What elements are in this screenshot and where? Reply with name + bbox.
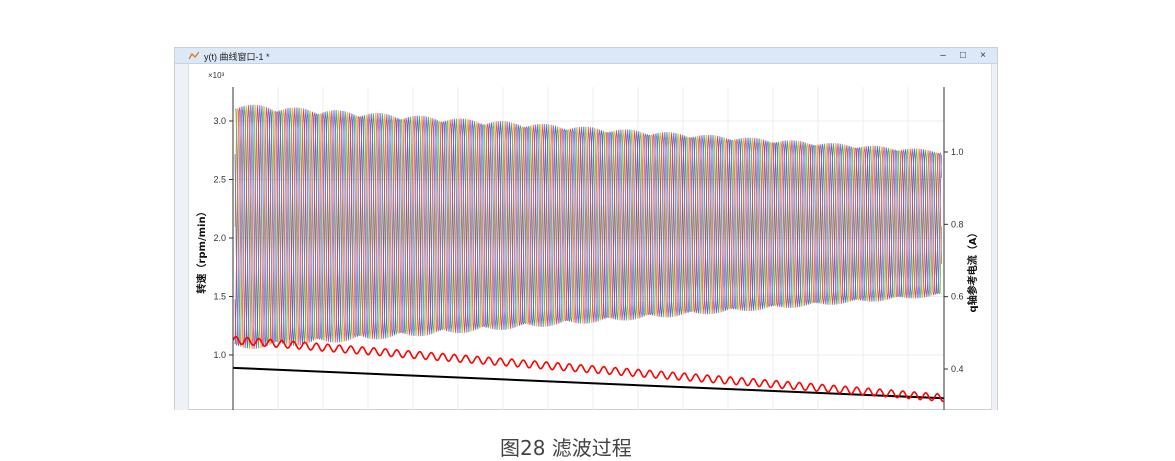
left-tick-label: 1.5 — [213, 292, 226, 302]
left-tick-label: 1.0 — [213, 350, 226, 360]
reference-current-trace — [232, 336, 944, 403]
figure-caption: 图28 滤波过程 — [500, 436, 632, 460]
left-axis-label: 转速（rpm/min） — [195, 206, 208, 293]
right-axis-label: q轴参考电流（A） — [966, 228, 979, 313]
right-tick-label: 0.4 — [951, 364, 964, 374]
left-tick-label: 2.0 — [213, 233, 226, 243]
plot-traces — [232, 104, 945, 403]
left-tick-label: 3.0 — [213, 116, 226, 126]
speed-current-chart: 1.0 1.5 2.0 2.5 3.0 0.4 0.6 0.8 1.0 ×10³ 转速（rpm/… — [195, 71, 979, 410]
right-tick-label: 0.8 — [951, 219, 964, 229]
right-tick-label: 0.6 — [951, 292, 964, 302]
black-trace — [232, 366, 945, 400]
left-tick-label: 2.5 — [213, 175, 226, 185]
right-tick-label: 1.0 — [951, 147, 964, 157]
left-axis-exponent: ×10³ — [208, 71, 225, 80]
